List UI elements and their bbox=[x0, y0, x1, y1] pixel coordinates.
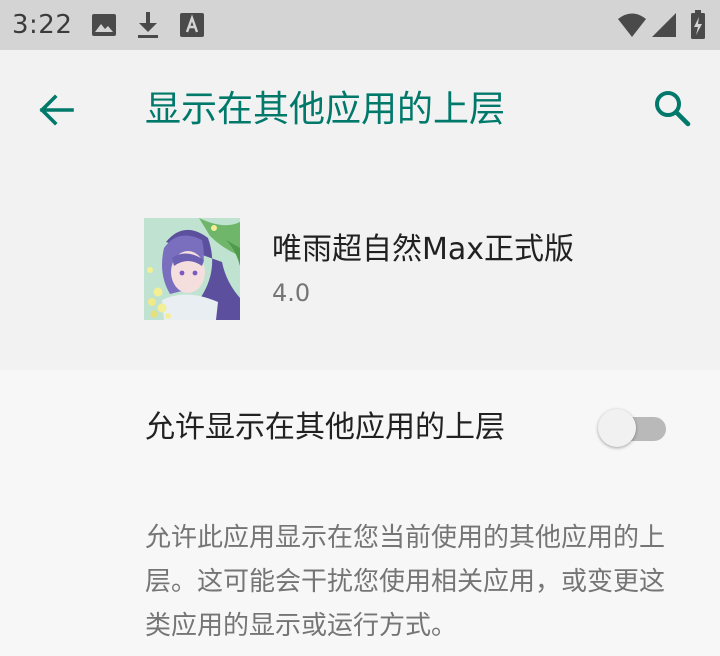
allow-overlay-label: 允许显示在其他应用的上层 bbox=[145, 410, 505, 445]
allow-overlay-switch[interactable] bbox=[598, 406, 670, 450]
wifi-icon bbox=[617, 12, 647, 42]
font-a-icon bbox=[180, 13, 204, 41]
image-icon bbox=[91, 13, 117, 41]
app-header: 唯雨超自然Max正式版 4.0 bbox=[0, 170, 720, 370]
back-button[interactable] bbox=[26, 82, 86, 142]
app-version: 4.0 bbox=[272, 279, 311, 307]
search-button[interactable] bbox=[642, 80, 702, 140]
battery-icon bbox=[690, 10, 706, 44]
arrow-back-icon bbox=[38, 94, 74, 130]
app-name: 唯雨超自然Max正式版 bbox=[272, 232, 575, 267]
settings-content: 允许显示在其他应用的上层 允许此应用显示在您当前使用的其他应用的上层。这可能会干… bbox=[0, 370, 720, 656]
download-icon bbox=[136, 11, 160, 43]
search-icon bbox=[653, 89, 691, 131]
permission-description: 允许此应用显示在您当前使用的其他应用的上层。这可能会干扰您使用相关应用，或变更这… bbox=[145, 523, 666, 641]
status-bar: 3:22 bbox=[0, 0, 720, 50]
switch-thumb bbox=[598, 409, 636, 447]
signal-icon bbox=[651, 12, 677, 42]
app-bar: 显示在其他应用的上层 bbox=[0, 50, 720, 170]
page-title: 显示在其他应用的上层 bbox=[145, 89, 506, 130]
allow-overlay-row[interactable]: 允许显示在其他应用的上层 bbox=[0, 370, 720, 486]
app-icon bbox=[144, 218, 240, 320]
status-time: 3:22 bbox=[12, 10, 73, 40]
